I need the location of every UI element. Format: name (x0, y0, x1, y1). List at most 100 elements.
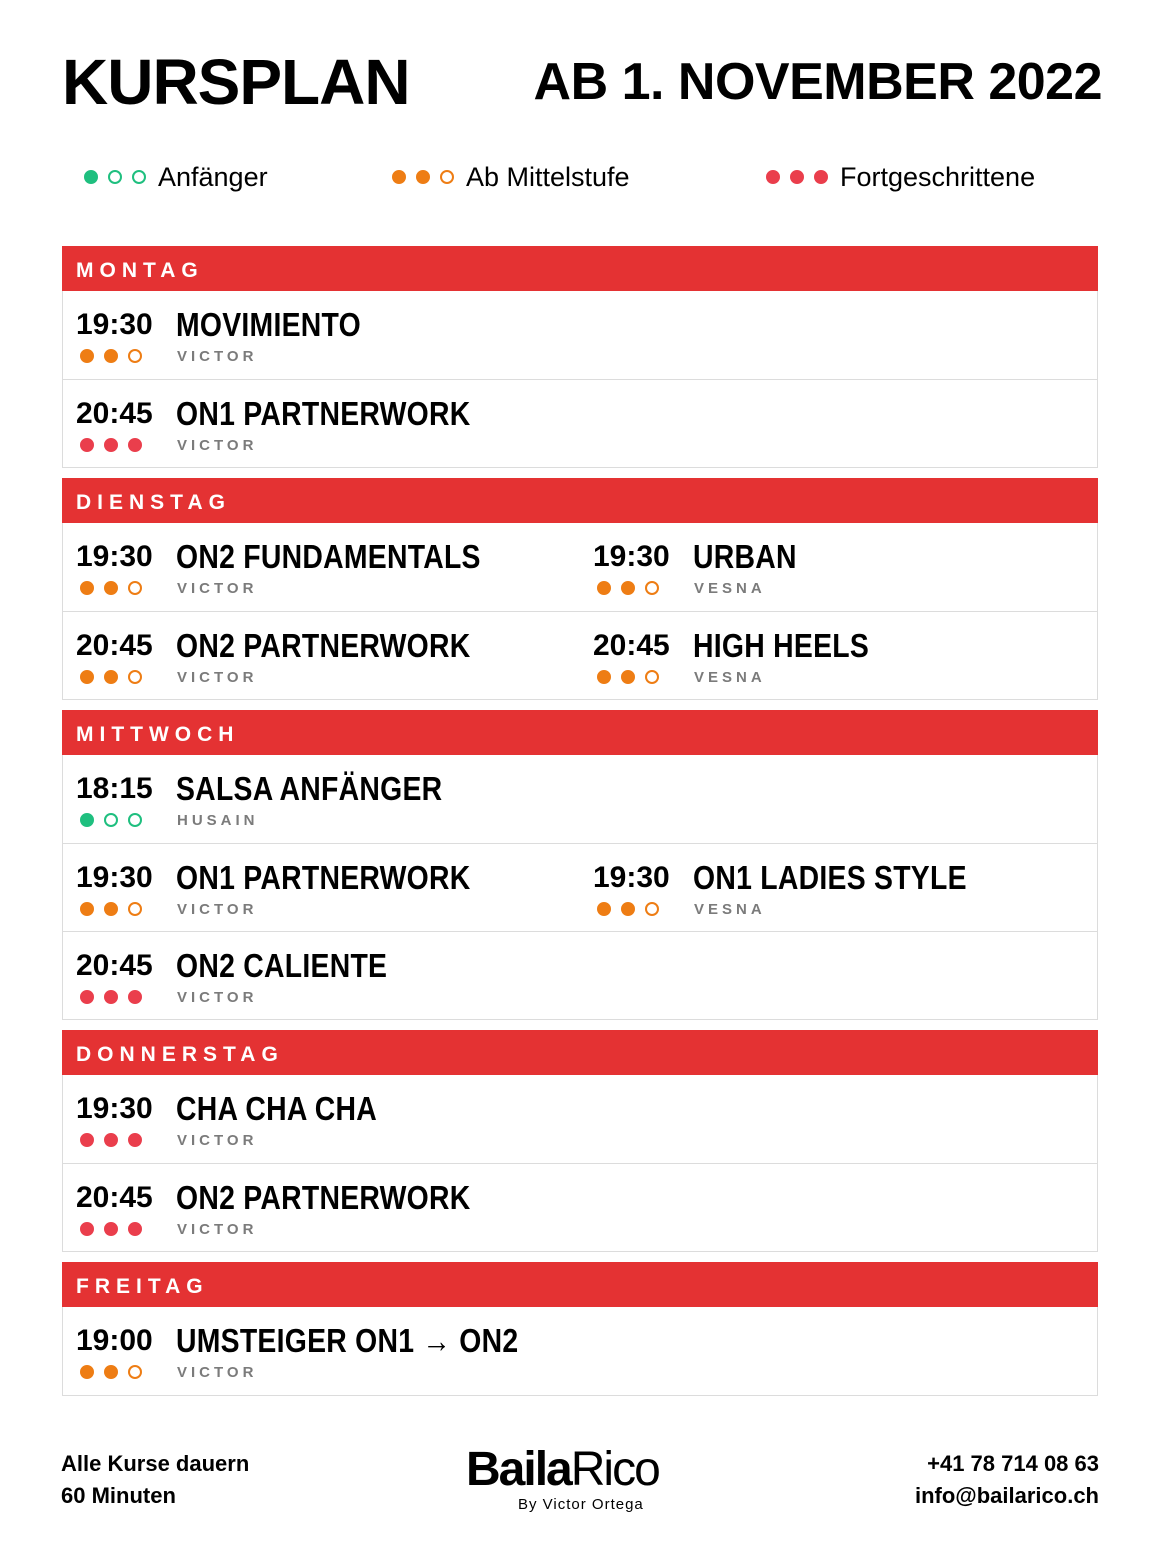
class-teacher: VESNA (694, 669, 766, 686)
level-dots (80, 349, 142, 363)
empty-dot-icon (440, 170, 454, 184)
schedule-start-date: AB 1. NOVEMBER 2022 (533, 53, 1103, 111)
class-row: 19:30 ON2 FUNDAMENTALS VICTOR 19:30 URBAN VES… (63, 523, 1097, 611)
class-teacher: VICTOR (177, 1221, 258, 1238)
filled-dot-icon (80, 670, 94, 684)
filled-dot-icon (80, 990, 94, 1004)
level-legend: Anfänger Ab Mittelstufe Fortgeschrittene (0, 160, 1160, 194)
class-row: 19:30 CHA CHA CHA VICTOR (63, 1075, 1097, 1163)
page-title: KURSPLAN (62, 46, 411, 118)
empty-dot-icon (128, 902, 142, 916)
level-dots (80, 581, 142, 595)
legend-item-intermediate: Ab Mittelstufe (392, 160, 630, 194)
class-teacher: VICTOR (177, 1364, 258, 1381)
class-name: HIGH HEELS (693, 627, 870, 664)
empty-dot-icon (128, 670, 142, 684)
empty-dot-icon (645, 670, 659, 684)
class-row: 20:45 ON2 CALIENTE VICTOR (63, 931, 1097, 1019)
class-time: 20:45 (76, 1181, 153, 1214)
filled-dot-icon (80, 1222, 94, 1236)
empty-slot (580, 932, 1097, 1019)
empty-dot-icon (108, 170, 122, 184)
empty-slot (580, 755, 1097, 843)
phone-number[interactable]: +41 78 714 08 63 (915, 1448, 1099, 1480)
level-dots (84, 170, 146, 184)
empty-dot-icon (128, 581, 142, 595)
class-time: 19:30 (76, 308, 153, 341)
empty-slot (580, 1164, 1097, 1251)
logo-tagline: By Victor Ortega (518, 1496, 644, 1513)
day-section: DIENSTAG 19:30 ON2 FUNDAMENTALS VICTOR 19:30… (62, 478, 1098, 700)
class-slot: 19:30 ON1 LADIES STYLE VESNA (580, 844, 1097, 931)
empty-dot-icon (645, 581, 659, 595)
class-time: 19:30 (593, 861, 670, 894)
filled-dot-icon (621, 670, 635, 684)
class-name: CHA CHA CHA (176, 1090, 377, 1127)
empty-dot-icon (132, 170, 146, 184)
legend-item-advanced: Fortgeschrittene (766, 160, 1035, 194)
filled-dot-icon (80, 349, 94, 363)
class-name: SALSA ANFÄNGER (176, 770, 443, 807)
class-time: 19:30 (593, 540, 670, 573)
day-header: MONTAG (62, 246, 1098, 291)
duration-line-2: 60 Minuten (61, 1483, 176, 1508)
class-slot: 20:45 ON2 PARTNERWORK VICTOR (63, 612, 580, 699)
filled-dot-icon (104, 1222, 118, 1236)
filled-dot-icon (621, 581, 635, 595)
class-name: ON1 PARTNERWORK (176, 395, 471, 432)
filled-dot-icon (104, 990, 118, 1004)
class-row: 20:45 ON2 PARTNERWORK VICTOR (63, 1163, 1097, 1251)
class-slot: 19:30 CHA CHA CHA VICTOR (63, 1075, 580, 1163)
bailarico-logo: BailaRico By Victor Ortega (466, 1440, 696, 1520)
filled-dot-icon (128, 1133, 142, 1147)
empty-dot-icon (128, 349, 142, 363)
class-name: ON2 PARTNERWORK (176, 627, 471, 664)
class-teacher: VESNA (694, 901, 766, 918)
level-dots (80, 990, 142, 1004)
class-name: UMSTEIGER ON1 → ON2 (176, 1322, 519, 1359)
filled-dot-icon (597, 902, 611, 916)
filled-dot-icon (104, 1133, 118, 1147)
duration-line-1: Alle Kurse dauern (61, 1451, 250, 1476)
class-slot: 19:30 MOVIMIENTO VICTOR (63, 291, 580, 379)
filled-dot-icon (104, 1365, 118, 1379)
legend-item-beginner: Anfänger (84, 160, 268, 194)
class-time: 19:00 (76, 1324, 153, 1357)
class-time: 19:30 (76, 1092, 153, 1125)
logo-bold-part: Baila (466, 1443, 573, 1496)
empty-slot (580, 291, 1097, 379)
day-section: DONNERSTAG 19:30 CHA CHA CHA VICTOR 20:45 ON2… (62, 1030, 1098, 1252)
class-name: ON1 PARTNERWORK (176, 859, 471, 896)
class-slot: 19:30 ON1 PARTNERWORK VICTOR (63, 844, 580, 931)
day-classes: 19:30 CHA CHA CHA VICTOR 20:45 ON2 PARTNERWO… (62, 1075, 1098, 1252)
class-row: 19:30 MOVIMIENTO VICTOR (63, 291, 1097, 379)
contact-info: +41 78 714 08 63 info@bailarico.ch (915, 1448, 1099, 1512)
filled-dot-icon (790, 170, 804, 184)
empty-slot (580, 1075, 1097, 1163)
day-header: DIENSTAG (62, 478, 1098, 523)
class-teacher: VICTOR (177, 989, 258, 1006)
class-teacher: VICTOR (177, 901, 258, 918)
filled-dot-icon (80, 581, 94, 595)
class-name: MOVIMIENTO (176, 306, 361, 343)
class-teacher: HUSAIN (177, 812, 259, 829)
class-slot: 18:15 SALSA ANFÄNGER HUSAIN (63, 755, 580, 843)
level-dots (80, 1222, 142, 1236)
class-time: 20:45 (76, 397, 153, 430)
class-time: 20:45 (593, 629, 670, 662)
class-slot: 19:30 URBAN VESNA (580, 523, 1097, 611)
email-address[interactable]: info@bailarico.ch (915, 1480, 1099, 1512)
class-time: 18:15 (76, 772, 153, 805)
filled-dot-icon (104, 438, 118, 452)
class-time: 20:45 (76, 949, 153, 982)
filled-dot-icon (621, 902, 635, 916)
day-section: FREITAG 19:00 UMSTEIGER ON1 → ON2 VICTOR (62, 1262, 1098, 1396)
filled-dot-icon (80, 1133, 94, 1147)
class-teacher: VICTOR (177, 348, 258, 365)
day-header: MITTWOCH (62, 710, 1098, 755)
class-teacher: VICTOR (177, 580, 258, 597)
day-classes: 19:30 ON2 FUNDAMENTALS VICTOR 19:30 URBAN VES… (62, 523, 1098, 700)
class-teacher: VESNA (694, 580, 766, 597)
empty-slot (580, 380, 1097, 467)
class-name: ON1 LADIES STYLE (693, 859, 967, 896)
